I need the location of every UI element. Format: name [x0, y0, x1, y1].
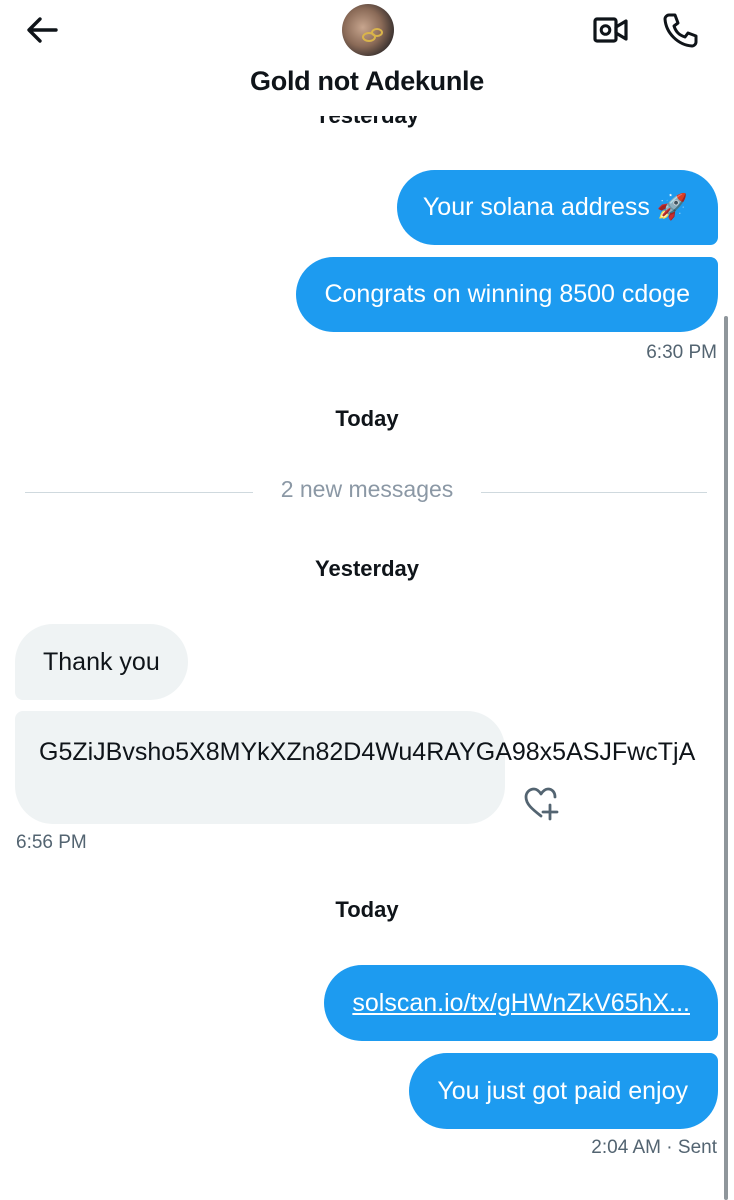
video-call-button[interactable] [590, 10, 630, 50]
heart-plus-icon [524, 787, 559, 821]
avatar-detail [371, 28, 383, 37]
message-timestamp: 6:30 PM [646, 342, 717, 363]
conversation-header: Gold not Adekunle [0, 0, 734, 116]
sent-message[interactable]: Your solana address 🚀 [396, 170, 718, 245]
arrow-left-icon [27, 17, 58, 43]
video-camera-icon [593, 17, 628, 43]
new-messages-label: 2 new messages [280, 476, 454, 502]
received-message[interactable]: G5ZiJBvsho5X8MYkXZn82D4Wu4RAYGA98x5ASJFw… [15, 711, 695, 824]
phone-call-button[interactable] [660, 10, 700, 50]
message-timestamp: 2:04 AM [591, 1137, 662, 1158]
received-message[interactable]: Thank you [15, 624, 188, 700]
message-timestamp: 6:56 PM [16, 832, 87, 853]
day-separator: Yesterday [315, 556, 419, 581]
day-separator: Today [335, 897, 399, 922]
sent-link-message[interactable]: solscan.io/tx/gHWnZkV65hX... [324, 965, 718, 1041]
contact-name[interactable]: Gold not Adekunle [0, 66, 734, 97]
back-button[interactable] [22, 12, 62, 48]
solscan-link[interactable]: solscan.io/tx/gHWnZkV65hX... [352, 989, 690, 1017]
message-status: 2:04 AM · Sent [591, 1137, 717, 1159]
add-reaction-button[interactable] [522, 786, 560, 822]
avatar[interactable] [342, 4, 394, 56]
sent-message[interactable]: You just got paid enjoy [409, 1053, 718, 1129]
day-separator: Today [335, 406, 399, 431]
new-messages-divider-right [481, 492, 707, 493]
sent-message[interactable]: Congrats on winning 8500 cdoge [296, 257, 718, 332]
phone-icon [663, 13, 698, 48]
scrollbar[interactable] [724, 316, 728, 1200]
sent-status: · Sent [666, 1137, 717, 1158]
